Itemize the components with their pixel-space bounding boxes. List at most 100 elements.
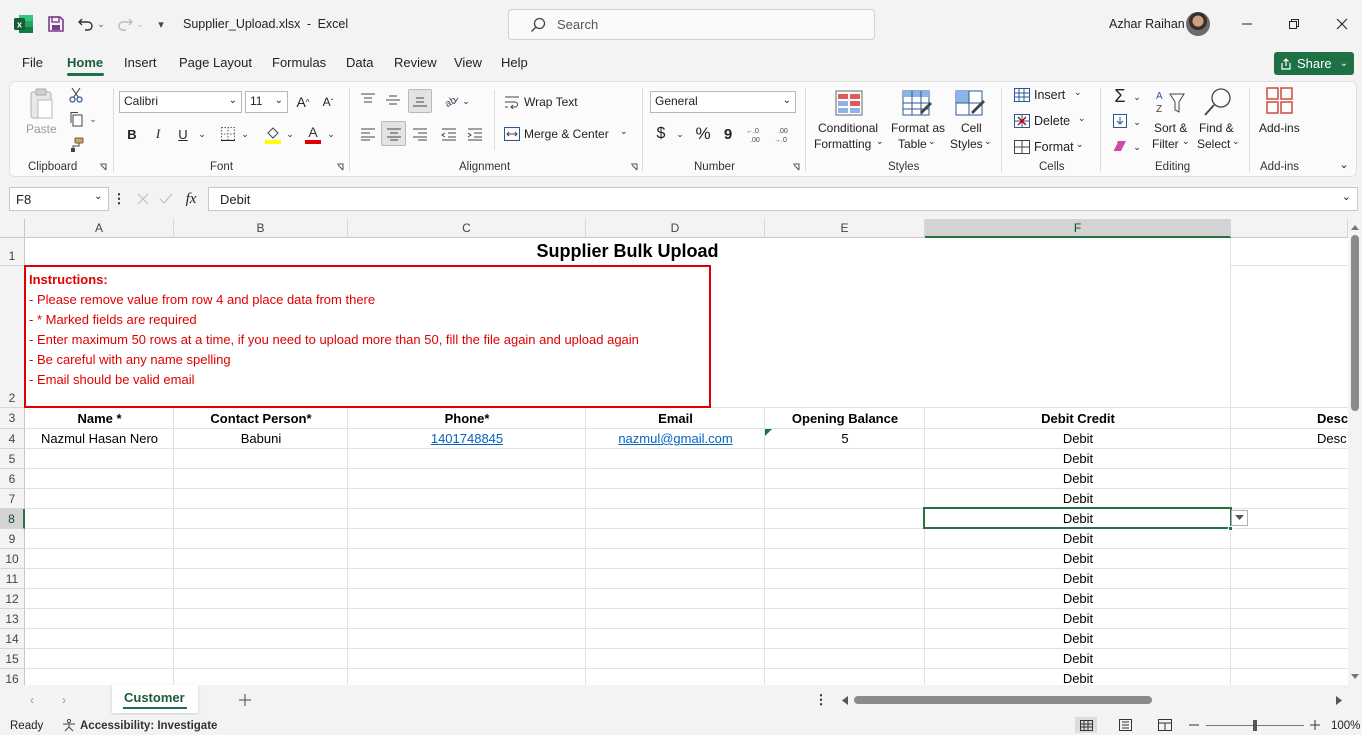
vertical-scrollbar[interactable] <box>1348 219 1362 685</box>
fill-icon[interactable] <box>1111 112 1129 130</box>
normal-view-icon[interactable] <box>1075 717 1097 733</box>
format-cells-button[interactable]: Format ⌄ <box>1013 138 1089 158</box>
header-name[interactable]: Name * <box>25 411 174 426</box>
cell-debit-credit[interactable]: Debit <box>925 571 1231 586</box>
customize-toolbar-icon[interactable]: ▾ <box>154 15 168 33</box>
cell-debit-credit[interactable]: Debit <box>925 591 1231 606</box>
autosum-icon[interactable]: Σ <box>1110 86 1130 106</box>
row-header-11[interactable]: 11 <box>0 569 25 589</box>
horizontal-scrollbar[interactable] <box>852 695 1332 705</box>
horizontal-scroll-thumb[interactable] <box>854 696 1152 704</box>
tab-home[interactable]: Home <box>67 55 103 70</box>
clipboard-launcher-icon[interactable] <box>98 162 108 172</box>
user-name[interactable]: Azhar Raihan <box>1109 17 1185 31</box>
insert-cells-button[interactable]: Insert ⌄ <box>1013 86 1089 106</box>
clear-icon[interactable] <box>1111 137 1129 155</box>
confirm-entry-icon[interactable] <box>157 191 175 207</box>
scroll-down-icon[interactable] <box>1350 672 1360 682</box>
merge-center-button[interactable]: Merge & Center ⌄ <box>504 124 632 144</box>
conditional-formatting-button[interactable]: Conditional Formatting ⌄ <box>812 86 884 154</box>
align-bottom-icon[interactable] <box>408 89 432 113</box>
row-header-16[interactable]: 16 <box>0 669 25 685</box>
header-description[interactable]: Desc <box>1317 411 1348 426</box>
orientation-icon[interactable]: ab <box>441 90 461 110</box>
row-header-7[interactable]: 7 <box>0 489 25 509</box>
add-sheet-icon[interactable] <box>236 691 254 709</box>
fill-color-dropdown-icon[interactable]: ⌄ <box>285 126 295 142</box>
select-all-corner[interactable] <box>0 219 25 238</box>
cancel-entry-icon[interactable] <box>134 191 152 207</box>
bold-button[interactable]: B <box>124 124 140 144</box>
tab-help[interactable]: Help <box>501 55 528 70</box>
column-header-e[interactable]: E <box>765 219 925 238</box>
header-debit-credit[interactable]: Debit Credit <box>925 411 1231 426</box>
cell-debit-credit[interactable]: Debit <box>925 471 1231 486</box>
header-phone[interactable]: Phone* <box>348 411 586 426</box>
fill-dropdown-icon[interactable]: ⌄ <box>1132 114 1142 130</box>
row-header-4[interactable]: 4 <box>0 429 25 449</box>
cell-debit-credit[interactable]: Debit <box>925 611 1231 626</box>
format-as-table-button[interactable]: Format as Table ⌄ <box>888 86 946 154</box>
minimize-icon[interactable] <box>1237 14 1257 34</box>
tab-insert[interactable]: Insert <box>124 55 157 70</box>
fill-color-icon[interactable] <box>264 123 282 145</box>
zoom-slider-thumb[interactable] <box>1253 720 1257 731</box>
close-icon[interactable] <box>1332 14 1352 34</box>
tab-data[interactable]: Data <box>346 55 373 70</box>
font-color-dropdown-icon[interactable]: ⌄ <box>326 126 336 142</box>
clear-dropdown-icon[interactable]: ⌄ <box>1132 139 1142 155</box>
zoom-in-icon[interactable] <box>1309 718 1321 732</box>
worksheet-grid[interactable]: A B C D E F 1 2 3 4 5 6 7 8 9 10 11 12 1… <box>0 219 1348 685</box>
row-header-8[interactable]: 8 <box>0 509 25 529</box>
row-header-3[interactable]: 3 <box>0 408 25 429</box>
cell-contact-person[interactable]: Babuni <box>174 431 348 446</box>
row-header-5[interactable]: 5 <box>0 449 25 469</box>
row-header-2[interactable]: 2 <box>0 266 25 408</box>
underline-dropdown-icon[interactable]: ⌄ <box>197 126 207 142</box>
sort-filter-button[interactable]: AZ Sort & Filter ⌄ <box>1150 86 1192 154</box>
add-ins-button[interactable]: Add-ins <box>1256 86 1306 136</box>
number-launcher-icon[interactable] <box>791 162 801 172</box>
autosum-dropdown-icon[interactable]: ⌄ <box>1132 89 1142 105</box>
status-accessibility[interactable]: Accessibility: Investigate <box>80 720 217 732</box>
zoom-slider[interactable] <box>1206 720 1304 731</box>
chevron-down-icon[interactable]: ⌄ <box>1342 190 1351 203</box>
scroll-up-icon[interactable] <box>1350 223 1360 233</box>
column-header-d[interactable]: D <box>586 219 765 238</box>
row-header-14[interactable]: 14 <box>0 629 25 649</box>
next-sheet-icon[interactable]: › <box>57 693 71 707</box>
scroll-right-icon[interactable] <box>1334 694 1344 706</box>
column-header-f[interactable]: F <box>925 219 1231 238</box>
header-contact-person[interactable]: Contact Person* <box>174 411 348 426</box>
font-name-select[interactable]: Calibri ⌄ <box>119 91 242 113</box>
insert-function-button[interactable]: fx <box>180 189 202 209</box>
zoom-out-icon[interactable] <box>1188 718 1200 732</box>
decrease-font-size-icon[interactable]: Aˇ <box>318 92 338 112</box>
wrap-text-button[interactable]: Wrap Text <box>504 92 604 112</box>
undo-icon[interactable] <box>76 14 96 34</box>
page-layout-view-icon[interactable] <box>1116 717 1134 733</box>
redo-dropdown-icon[interactable]: ⌄ <box>135 16 145 32</box>
more-sheets-icon[interactable]: ⋮ <box>815 692 828 708</box>
decrease-indent-icon[interactable] <box>439 124 459 144</box>
row-header-1[interactable]: 1 <box>0 238 25 266</box>
borders-icon[interactable] <box>219 125 237 143</box>
find-select-button[interactable]: Find & Select ⌄ <box>1196 86 1242 154</box>
increase-font-size-icon[interactable]: A ^ <box>293 92 313 112</box>
align-left-icon[interactable] <box>358 124 378 144</box>
cell-debit-credit[interactable]: Debit <box>925 531 1231 546</box>
cut-icon[interactable] <box>66 86 86 104</box>
percent-button[interactable]: % <box>694 124 712 144</box>
previous-sheet-icon[interactable]: ‹ <box>25 693 39 707</box>
increase-indent-icon[interactable] <box>465 124 485 144</box>
format-painter-icon[interactable] <box>66 136 86 154</box>
cell-debit-credit[interactable]: Debit <box>925 491 1231 506</box>
number-format-select[interactable]: General ⌄ <box>650 91 796 113</box>
copy-icon[interactable] <box>66 110 86 128</box>
formula-input[interactable]: Debit ⌄ <box>208 187 1358 211</box>
cell-opening-balance[interactable]: 5 <box>765 431 925 446</box>
align-middle-icon[interactable] <box>383 90 403 110</box>
font-size-select[interactable]: 11 ⌄ <box>245 91 288 113</box>
column-header-b[interactable]: B <box>174 219 348 238</box>
align-center-icon[interactable] <box>381 121 406 146</box>
